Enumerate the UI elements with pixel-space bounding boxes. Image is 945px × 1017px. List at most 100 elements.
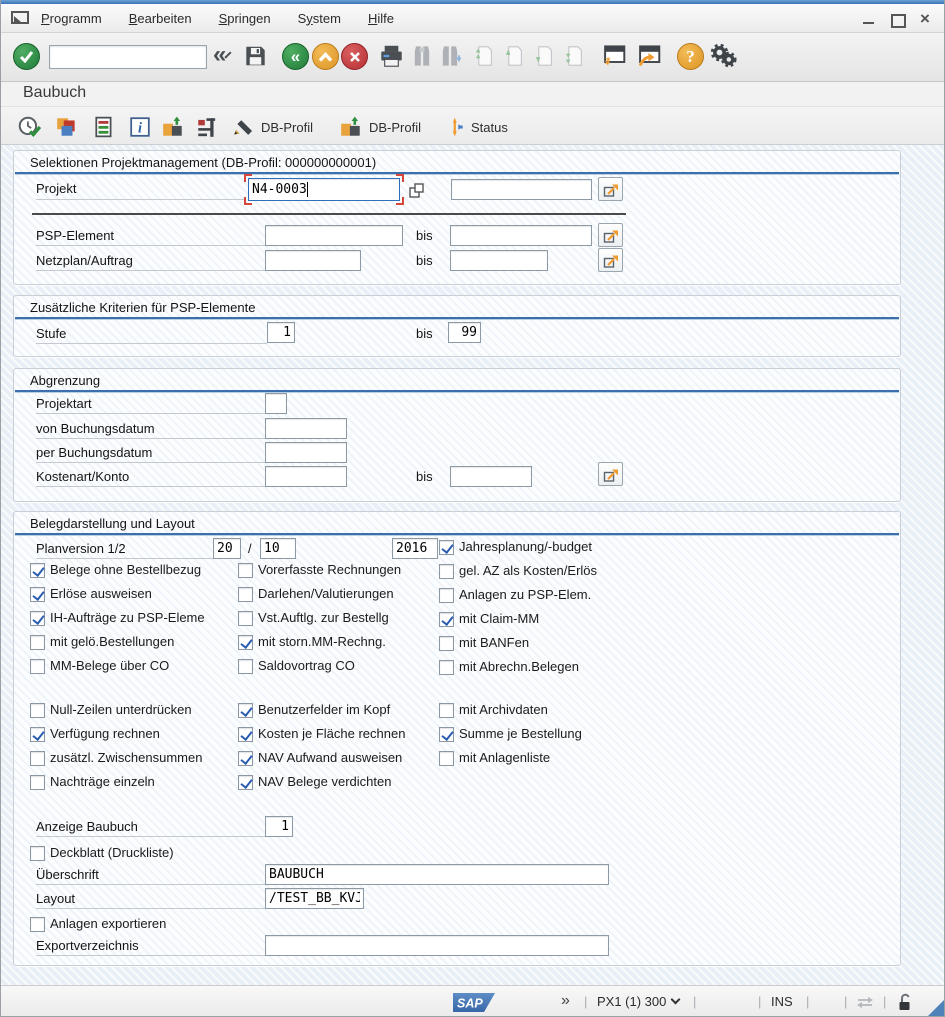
- projekt-multi-select-button[interactable]: [598, 177, 623, 201]
- checkbox[interactable]: [30, 917, 45, 932]
- checkbox[interactable]: [30, 635, 45, 650]
- checkbox[interactable]: [238, 635, 253, 650]
- psp-to-input[interactable]: [450, 225, 592, 246]
- kostenart-multi-select-button[interactable]: [598, 462, 623, 486]
- per-buchungsdatum-input[interactable]: [265, 442, 347, 463]
- checkbox-item[interactable]: Nachträge einzeln: [30, 774, 202, 798]
- checkbox[interactable]: [30, 611, 45, 626]
- checkbox-item[interactable]: Null-Zeilen unterdrücken: [30, 702, 202, 726]
- checkbox[interactable]: [30, 751, 45, 766]
- anzeige-baubuch-input[interactable]: [265, 816, 293, 837]
- select-variant-icon[interactable]: [55, 115, 79, 139]
- checkbox-item[interactable]: Vorerfasste Rechnungen: [238, 562, 401, 586]
- find-icon[interactable]: [411, 44, 433, 68]
- checkbox[interactable]: [439, 751, 454, 766]
- cancel-button[interactable]: [341, 43, 368, 70]
- checkbox[interactable]: [238, 611, 253, 626]
- status-button[interactable]: Status: [445, 115, 508, 139]
- checkbox[interactable]: [30, 846, 45, 861]
- selection-options-icon[interactable]: [195, 115, 219, 139]
- print-list-icon[interactable]: [93, 115, 115, 139]
- netzplan-to-input[interactable]: [450, 250, 548, 271]
- checkbox-item[interactable]: Anlagen zu PSP-Elem.: [439, 587, 597, 611]
- checkbox-item[interactable]: Vst.Auftlg. zur Bestellg: [238, 610, 401, 634]
- checkbox-item[interactable]: mit Claim-MM: [439, 611, 597, 635]
- menu-item[interactable]: Programm: [41, 11, 102, 26]
- projekt-to-input[interactable]: [451, 179, 592, 200]
- system-session-indicator[interactable]: PX1 (1) 300: [597, 994, 679, 1009]
- checkbox[interactable]: [439, 564, 454, 579]
- von-buchungsdatum-input[interactable]: [265, 418, 347, 439]
- checkbox[interactable]: [238, 563, 253, 578]
- checkbox-item[interactable]: mit Abrechn.Belegen: [439, 659, 597, 683]
- checkbox-item[interactable]: NAV Belege verdichten: [238, 774, 405, 798]
- stufe-to-input[interactable]: [448, 322, 481, 343]
- checkbox[interactable]: [30, 563, 45, 578]
- checkbox-item[interactable]: Benutzerfelder im Kopf: [238, 702, 405, 726]
- anlagen-exportieren-checkbox-item[interactable]: Anlagen exportieren: [30, 916, 166, 932]
- checkbox[interactable]: [30, 703, 45, 718]
- checkbox[interactable]: [439, 703, 454, 718]
- security-lock-icon[interactable]: [897, 993, 913, 1011]
- command-input[interactable]: [50, 47, 227, 67]
- checkbox[interactable]: [238, 775, 253, 790]
- checkbox-item[interactable]: mit Archivdaten: [439, 702, 582, 726]
- minimize-button[interactable]: [862, 12, 876, 26]
- menu-item[interactable]: Bearbeiten: [129, 11, 192, 26]
- deckblatt-checkbox-item[interactable]: Deckblatt (Druckliste): [30, 845, 174, 861]
- checkbox-item[interactable]: gel. AZ als Kosten/Erlös: [439, 563, 597, 587]
- save-icon[interactable]: [244, 44, 267, 68]
- back-button[interactable]: «: [282, 43, 309, 70]
- exportverzeichnis-input[interactable]: [265, 935, 609, 956]
- checkbox-item[interactable]: Erlöse ausweisen: [30, 586, 205, 610]
- kostenart-from-input[interactable]: [265, 466, 347, 487]
- checkbox[interactable]: [439, 636, 454, 651]
- checkbox-item[interactable]: mit BANFen: [439, 635, 597, 659]
- edit-db-profil-button[interactable]: DB-Profil: [231, 115, 313, 139]
- checkbox-item[interactable]: IH-Aufträge zu PSP-Eleme: [30, 610, 205, 634]
- checkbox[interactable]: [238, 587, 253, 602]
- checkbox[interactable]: [238, 751, 253, 766]
- checkbox-item[interactable]: mit storn.MM-Rechng.: [238, 634, 401, 658]
- enter-button[interactable]: [13, 43, 40, 70]
- psp-multi-select-button[interactable]: [598, 223, 623, 247]
- menu-item[interactable]: Hilfe: [368, 11, 394, 26]
- checkbox[interactable]: [30, 587, 45, 602]
- checkbox-item[interactable]: Verfügung rechnen: [30, 726, 202, 750]
- planversion2-input[interactable]: [260, 538, 296, 559]
- menu-item[interactable]: Springen: [219, 11, 271, 26]
- find-next-icon[interactable]: [439, 44, 461, 68]
- stufe-from-input[interactable]: [267, 322, 295, 343]
- page-up-icon[interactable]: [503, 44, 526, 68]
- exit-button[interactable]: [312, 43, 339, 70]
- checkbox-item[interactable]: mit gelö.Bestellungen: [30, 634, 205, 658]
- maximize-button[interactable]: [890, 12, 904, 26]
- window-menu-icon[interactable]: [11, 11, 29, 25]
- layout-input[interactable]: [265, 888, 364, 909]
- checkbox[interactable]: [439, 612, 454, 627]
- checkbox[interactable]: [30, 775, 45, 790]
- checkbox-item[interactable]: MM-Belege über CO: [30, 658, 205, 682]
- hide-command-field-icon[interactable]: «: [213, 43, 226, 67]
- jahr-input[interactable]: [392, 538, 438, 559]
- checkbox-item[interactable]: Jahresplanung/-budget: [439, 539, 597, 563]
- command-field[interactable]: [49, 45, 207, 69]
- help-icon[interactable]: ?: [677, 43, 704, 70]
- planversion1-input[interactable]: [213, 538, 241, 559]
- resize-grip[interactable]: [928, 999, 945, 1016]
- checkbox[interactable]: [238, 659, 253, 674]
- checkbox[interactable]: [439, 660, 454, 675]
- checkbox-item[interactable]: Darlehen/Valutierungen: [238, 586, 401, 610]
- projekt-input[interactable]: [248, 178, 400, 201]
- checkbox-item[interactable]: Kosten je Fläche rechnen: [238, 726, 405, 750]
- first-page-icon[interactable]: [473, 44, 496, 68]
- checkbox[interactable]: [439, 588, 454, 603]
- netzplan-multi-select-button[interactable]: [598, 248, 623, 272]
- checkbox[interactable]: [238, 703, 253, 718]
- matchcode-icon[interactable]: [408, 182, 425, 199]
- checkbox-item[interactable]: Summe je Bestellung: [439, 726, 582, 750]
- checkbox[interactable]: [30, 727, 45, 742]
- kostenart-to-input[interactable]: [450, 466, 532, 487]
- checkbox-item[interactable]: Saldovortrag CO: [238, 658, 401, 682]
- netzplan-from-input[interactable]: [265, 250, 361, 271]
